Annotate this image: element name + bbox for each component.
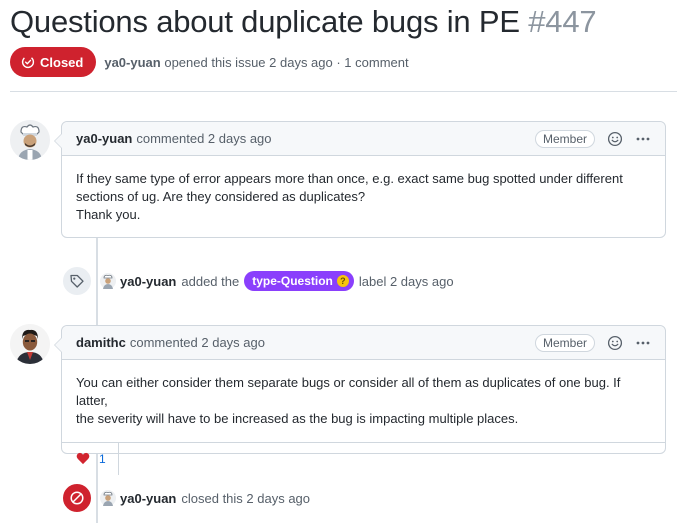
state-label: Closed xyxy=(40,54,84,70)
comment-line: sections of ug. Are they considered as d… xyxy=(76,189,366,204)
comment-author[interactable]: ya0-yuan xyxy=(76,131,132,146)
mini-avatar-icon[interactable] xyxy=(100,490,116,506)
closed-badge xyxy=(61,482,93,514)
tag-icon xyxy=(70,274,84,288)
comment-header: damithc commented 2 days ago Member xyxy=(62,326,665,360)
issue-closed-icon xyxy=(21,55,35,69)
issue-meta: Closed ya0-yuan opened this issue 2 days… xyxy=(10,47,409,77)
comment-timestamp[interactable]: commented 2 days ago xyxy=(130,335,265,350)
reactions-bar: 1 xyxy=(62,442,665,475)
label-pill[interactable]: type-Question ? xyxy=(244,271,354,291)
avatar-photo-icon xyxy=(10,324,50,364)
comment-timestamp[interactable]: commented 2 days ago xyxy=(136,131,271,146)
issue-title-heading: Questions about duplicate bugs in PE #44… xyxy=(10,4,597,40)
event-text-pre: added the xyxy=(181,273,240,289)
header-divider xyxy=(10,91,677,92)
add-reaction-button[interactable] xyxy=(607,335,623,351)
comment-line: If they same type of error appears more … xyxy=(76,171,623,186)
opener-link[interactable]: ya0-yuan xyxy=(104,55,160,70)
comment-line: the severity will have to be increased a… xyxy=(76,411,519,426)
avatar[interactable] xyxy=(10,324,50,364)
smiley-icon xyxy=(607,335,623,350)
label-event: ya0-yuan added the type-Question ? label… xyxy=(61,265,454,297)
skip-icon xyxy=(70,491,84,505)
thinking-emoji-icon: ? xyxy=(336,275,349,287)
comment-body: You can either consider them separate bu… xyxy=(62,360,665,442)
kebab-horizontal-icon xyxy=(636,341,650,344)
event-actor[interactable]: ya0-yuan xyxy=(120,491,176,506)
comment-header: ya0-yuan commented 2 days ago Member xyxy=(62,122,665,156)
avatar-chef-icon xyxy=(10,120,50,160)
heart-reaction-button[interactable]: 1 xyxy=(62,442,119,475)
smiley-icon xyxy=(607,131,623,146)
comment-line: You can either consider them separate bu… xyxy=(76,375,621,408)
kebab-horizontal-icon xyxy=(636,137,650,140)
comment-author[interactable]: damithc xyxy=(76,335,126,350)
heart-icon xyxy=(76,452,90,465)
issue-meta-text: ya0-yuan opened this issue 2 days ago · … xyxy=(104,55,408,70)
closed-event: ya0-yuan closed this 2 days ago xyxy=(61,482,310,514)
member-badge: Member xyxy=(534,129,595,148)
event-text: closed this 2 days ago xyxy=(181,490,311,506)
comment-options-button[interactable] xyxy=(635,335,651,351)
event-actor[interactable]: ya0-yuan xyxy=(120,274,176,289)
comment-options-button[interactable] xyxy=(635,131,651,147)
comment-box: damithc commented 2 days ago Member You … xyxy=(54,325,666,475)
event-text-post: label 2 days ago xyxy=(358,273,454,289)
label-name: type-Question xyxy=(252,274,333,288)
avatar[interactable] xyxy=(10,120,50,160)
member-badge: Member xyxy=(534,333,595,352)
add-reaction-button[interactable] xyxy=(607,131,623,147)
meta-rest: opened this issue 2 days ago · 1 comment xyxy=(164,54,409,70)
issue-number: #447 xyxy=(528,4,597,39)
comment-line: Thank you. xyxy=(76,207,141,222)
reaction-count: 1 xyxy=(99,451,106,466)
mini-avatar-icon[interactable] xyxy=(100,273,116,289)
issue-title: Questions about duplicate bugs in PE xyxy=(10,4,520,39)
state-badge: Closed xyxy=(10,47,97,77)
comment-body: If they same type of error appears more … xyxy=(62,156,665,234)
tag-badge xyxy=(61,265,93,297)
comment-box: ya0-yuan commented 2 days ago Member If … xyxy=(54,121,666,238)
